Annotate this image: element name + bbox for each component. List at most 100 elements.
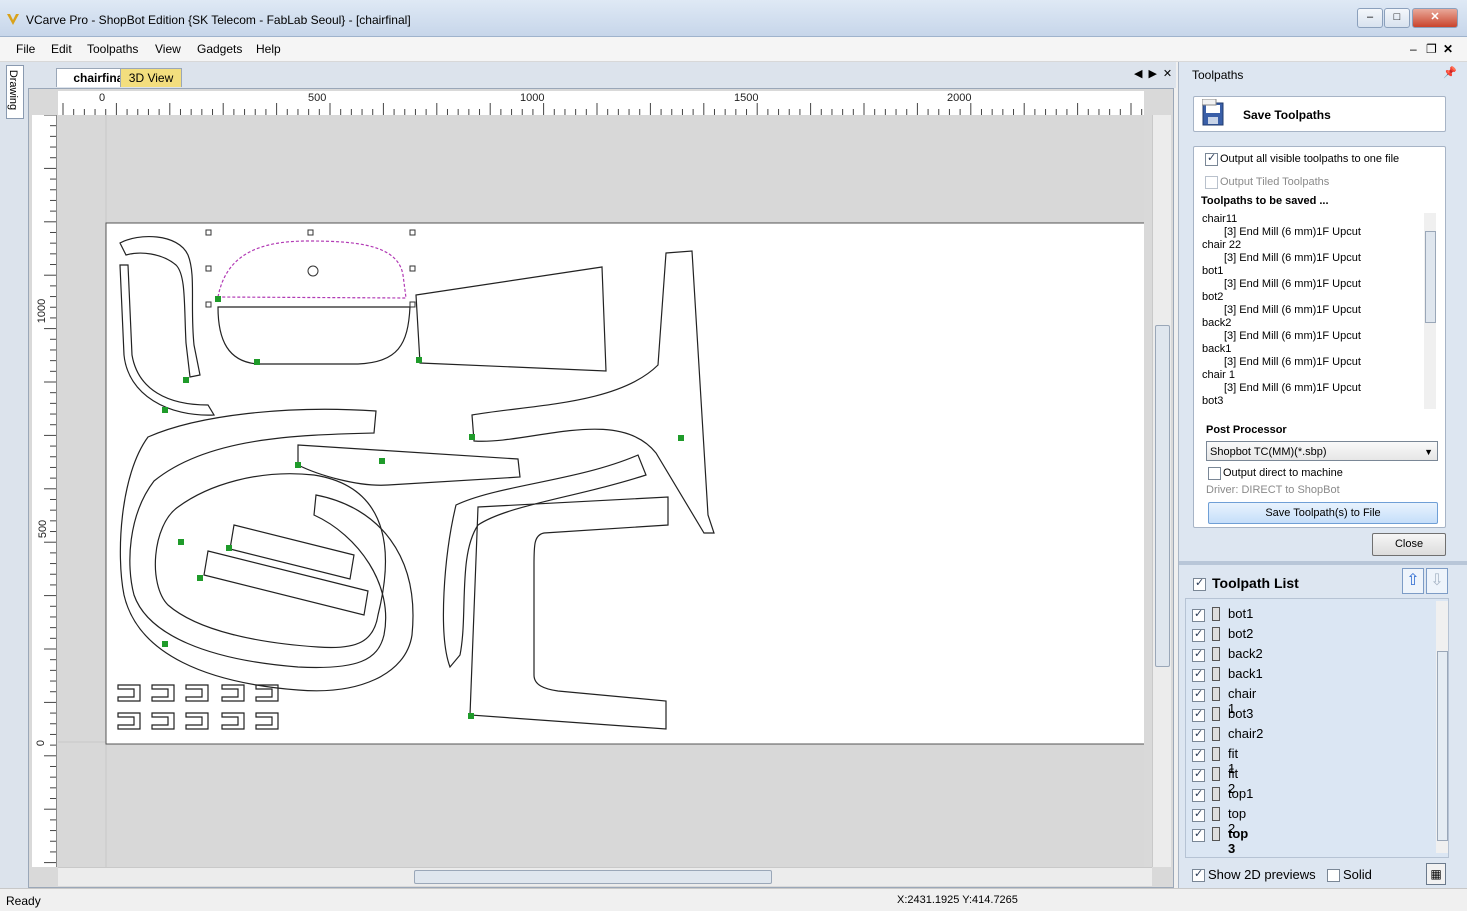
left-dock-strip: Drawing <box>0 62 29 888</box>
toolpath-drawing[interactable] <box>58 115 1144 867</box>
drawing-canvas[interactable] <box>58 115 1144 867</box>
toolpath-visible-checkbox[interactable] <box>1192 689 1205 702</box>
driver-text: Driver: DIRECT to ShopBot <box>1206 484 1340 496</box>
toolpath-icon <box>1212 707 1220 721</box>
toolpath-name: top1 <box>1228 786 1254 801</box>
toolpath-list-master-checkbox[interactable] <box>1193 578 1206 591</box>
ruler-label: 2000 <box>947 92 972 104</box>
to-save-scrollbar[interactable] <box>1424 213 1436 409</box>
move-up-arrow-icon[interactable]: ⇧ <box>1402 568 1424 594</box>
toolpath-icon <box>1212 687 1220 701</box>
output-direct-checkbox[interactable] <box>1208 467 1221 480</box>
tab-3d-view[interactable]: 3D View <box>120 68 182 87</box>
toolpath-visible-checkbox[interactable] <box>1192 829 1205 842</box>
ruler-label: 1000 <box>520 92 545 104</box>
show-2d-previews-label: Show 2D previews <box>1208 867 1316 882</box>
show-2d-previews-checkbox[interactable] <box>1192 869 1205 882</box>
toolpath-visible-checkbox[interactable] <box>1192 789 1205 802</box>
tp-save-tool: [3] End Mill (6 mm)1F Upcut <box>1224 382 1361 394</box>
vertical-scrollbar[interactable] <box>1152 115 1171 867</box>
menu-help[interactable]: Help <box>256 42 281 56</box>
maximize-button[interactable]: □ <box>1384 8 1410 28</box>
menu-edit[interactable]: Edit <box>51 42 72 56</box>
toolpaths-panel: Toolpaths 📌 Save Toolpaths Output all vi… <box>1178 62 1467 888</box>
minimize-button[interactable]: – <box>1357 8 1383 28</box>
toolpath-visible-checkbox[interactable] <box>1192 729 1205 742</box>
ruler-label: 500 <box>308 92 327 104</box>
drawing-tab-label: Drawing <box>7 69 20 111</box>
toolpath-name: bot1 <box>1228 606 1254 621</box>
toolpath-visible-checkbox[interactable] <box>1192 669 1205 682</box>
tab-nav-controls[interactable]: ◀▶✕ <box>1134 67 1178 80</box>
ruler-label: 0 <box>35 739 48 747</box>
solid-label: Solid <box>1343 867 1372 882</box>
toolpaths-to-save-list[interactable]: chair11 [3] End Mill (6 mm)1F Upcut chai… <box>1200 209 1436 405</box>
to-save-scroll-thumb[interactable] <box>1425 231 1436 323</box>
vertical-scroll-thumb[interactable] <box>1155 325 1170 667</box>
output-tiled-label: Output Tiled Toolpaths <box>1220 176 1330 188</box>
toolpath-visible-checkbox[interactable] <box>1192 709 1205 722</box>
toolpath-list-scrollbar[interactable] <box>1436 601 1448 853</box>
post-processor-heading: Post Processor <box>1206 424 1287 436</box>
status-text: Ready <box>6 894 41 908</box>
toolpath-list: bot1bot2back2back1chair 1bot3chair2fit 1… <box>1185 598 1449 858</box>
output-tiled-checkbox[interactable] <box>1205 176 1218 189</box>
tp-save-name: back1 <box>1202 343 1232 355</box>
panel-title: Toolpaths <box>1192 68 1244 82</box>
ruler-label: 500 <box>37 519 50 539</box>
toolpath-visible-checkbox[interactable] <box>1192 609 1205 622</box>
menu-gadgets[interactable]: Gadgets <box>197 42 242 56</box>
document-tab-bar: chairfinal 3D View ◀▶✕ <box>28 62 1176 88</box>
material-sheet <box>105 222 1144 745</box>
save-toolpaths-label: Save Toolpaths <box>1243 108 1331 122</box>
toolpath-list-heading: Toolpath List <box>1212 575 1299 591</box>
chevron-down-icon: ▼ <box>1424 447 1433 457</box>
toolpath-icon <box>1212 627 1220 641</box>
toolpath-icon <box>1212 607 1220 621</box>
tp-save-name: bot3 <box>1202 395 1224 405</box>
toolpath-visible-checkbox[interactable] <box>1192 629 1205 642</box>
menu-toolpaths[interactable]: Toolpaths <box>87 42 138 56</box>
toolpath-list-scroll-thumb[interactable] <box>1437 651 1448 841</box>
drawing-side-tab[interactable]: Drawing <box>6 65 24 119</box>
toolpath-icon <box>1212 807 1220 821</box>
vcarve-logo-icon <box>7 14 19 25</box>
output-all-checkbox[interactable] <box>1205 153 1218 166</box>
horizontal-scrollbar[interactable] <box>58 867 1152 886</box>
save-toolpaths-card: Save Toolpaths <box>1193 96 1446 132</box>
tp-save-name: chair 1 <box>1202 369 1236 381</box>
toolpath-icon <box>1212 787 1220 801</box>
post-processor-select[interactable]: Shopbot TC(MM)(*.sbp) ▼ <box>1206 441 1438 461</box>
tp-save-tool: [3] End Mill (6 mm)1F Upcut <box>1224 226 1361 238</box>
toolpath-name: back2 <box>1228 646 1263 661</box>
toolpath-visible-checkbox[interactable] <box>1192 649 1205 662</box>
solid-checkbox[interactable] <box>1327 869 1340 882</box>
left-ruler: 1000 500 0 <box>32 114 57 867</box>
tp-save-name: back2 <box>1202 317 1232 329</box>
window-title: VCarve Pro - ShopBot Edition {SK Telecom… <box>26 13 411 27</box>
toolpath-visible-checkbox[interactable] <box>1192 809 1205 822</box>
mdi-restore-button[interactable]: ❐ <box>1426 42 1437 56</box>
toolpath-visible-checkbox[interactable] <box>1192 749 1205 762</box>
toolpath-name: chair2 <box>1228 726 1264 741</box>
pin-icon[interactable]: 📌 <box>1443 66 1457 79</box>
mdi-minimize-button[interactable]: – <box>1410 42 1417 56</box>
mdi-close-button[interactable]: ✕ <box>1443 42 1453 56</box>
preview-options-icon[interactable]: ▦ <box>1426 863 1446 885</box>
toolpath-name: bot3 <box>1228 706 1254 721</box>
horizontal-scroll-thumb[interactable] <box>414 870 772 884</box>
to-be-saved-heading: Toolpaths to be saved ... <box>1201 195 1329 207</box>
title-bar: VCarve Pro - ShopBot Edition {SK Telecom… <box>0 0 1467 37</box>
toolpath-icon <box>1212 747 1220 761</box>
output-all-label: Output all visible toolpaths to one file <box>1220 153 1400 165</box>
menu-view[interactable]: View <box>155 42 181 56</box>
toolpath-icon <box>1212 727 1220 741</box>
close-window-button[interactable]: ✕ <box>1412 8 1458 28</box>
move-down-arrow-icon[interactable]: ⇩ <box>1426 568 1448 594</box>
tp-save-name: bot1 <box>1202 265 1224 277</box>
toolpath-visible-checkbox[interactable] <box>1192 769 1205 782</box>
ruler-label: 0 <box>99 92 106 104</box>
menu-file[interactable]: File <box>16 42 35 56</box>
close-button[interactable]: Close <box>1372 533 1446 556</box>
save-toolpaths-to-file-button[interactable]: Save Toolpath(s) to File <box>1208 502 1438 524</box>
